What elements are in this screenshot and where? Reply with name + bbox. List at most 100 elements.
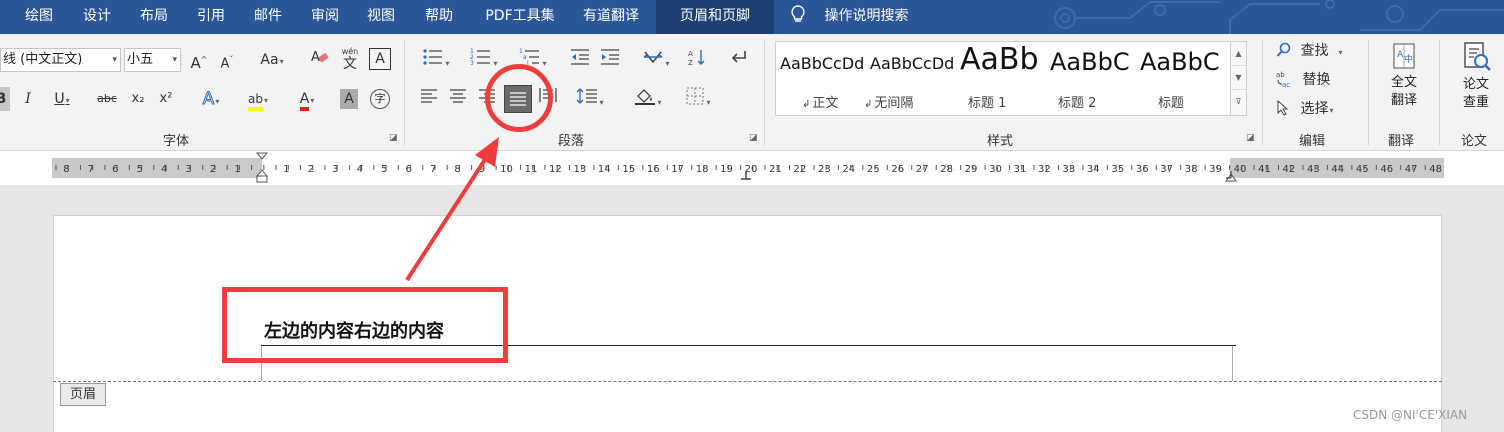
ruler-label: 48	[1429, 164, 1442, 175]
text-effect-button[interactable]: A▾	[194, 87, 228, 111]
ruler-label: 18	[696, 164, 709, 175]
change-case-button[interactable]: Aa▾	[252, 48, 292, 72]
shrink-font-button[interactable]: Aˇ	[216, 48, 238, 72]
subscript-button[interactable]: x₂	[128, 87, 148, 111]
clear-format-button[interactable]: A	[308, 48, 332, 72]
svg-text:中: 中	[1404, 53, 1413, 65]
strikethrough-label: abc	[97, 92, 117, 105]
document-search-icon	[1460, 42, 1492, 76]
tab-10[interactable]: 页眉和页脚	[656, 0, 774, 34]
eraser-icon: A	[310, 50, 330, 70]
tell-me-search[interactable]: 操作说明搜索	[790, 0, 908, 34]
shading-button[interactable]: ▾	[628, 87, 668, 111]
font-name-value: 线 (中文正文)	[3, 52, 83, 67]
chinese-layout-button[interactable]: ▾	[636, 48, 676, 72]
style-sample-3[interactable]: AaBbC	[1050, 48, 1134, 76]
align-center-button[interactable]	[447, 87, 469, 111]
expand-gallery-icon[interactable]: ⊽	[1231, 90, 1246, 114]
paragraph-group-label: 段落	[558, 134, 585, 149]
ruler-label: 19	[720, 164, 733, 175]
right-indent-marker-icon[interactable]	[1224, 169, 1238, 183]
numbering-button[interactable]: 1 2 3 ▾	[464, 48, 504, 72]
align-left-button[interactable]	[418, 87, 440, 111]
tab-7[interactable]: 帮助	[420, 0, 458, 34]
character-border-button[interactable]: A	[369, 48, 391, 70]
font-size-combo[interactable]: 小五 ▾	[124, 48, 181, 72]
underline-button[interactable]: U▾	[46, 87, 78, 111]
phonetic-guide-button[interactable]: wén 文	[338, 46, 362, 71]
tab-3[interactable]: 引用	[192, 0, 230, 34]
find-button[interactable]: 查找 ▾	[1276, 39, 1356, 63]
tab-1[interactable]: 设计	[78, 0, 116, 34]
sort-button[interactable]: AZ	[686, 48, 708, 72]
ruler-label: 33	[1062, 164, 1075, 175]
ruler-label: 25	[867, 164, 880, 175]
bullets-button[interactable]: ▾	[416, 48, 456, 72]
style-sample-0[interactable]: AaBbCcDd	[780, 54, 864, 73]
chevron-down-icon: ▾	[112, 55, 117, 65]
grow-font-button[interactable]: A^	[188, 48, 210, 72]
borders-button[interactable]: ▾	[678, 87, 718, 111]
replace-label: 替换	[1302, 72, 1331, 88]
indent-marker-icon[interactable]	[254, 151, 270, 185]
style-sample-2[interactable]: AaBb	[960, 42, 1044, 77]
scroll-down-icon[interactable]: ▼	[1231, 66, 1246, 90]
ruler-label: 22	[794, 164, 807, 175]
font-color-button[interactable]: A▾	[290, 87, 324, 111]
sort-icon: AZ	[688, 50, 706, 70]
character-shading-button[interactable]: A	[340, 89, 358, 109]
ruler-label: 45	[1356, 164, 1369, 175]
highlighter-icon: ab	[248, 91, 263, 111]
thesis-check-button[interactable]: 论文 查重	[1452, 40, 1500, 126]
align-center-icon	[449, 89, 467, 107]
font-color-icon: A	[299, 91, 310, 111]
scroll-up-icon[interactable]: ▲	[1231, 42, 1246, 66]
return-arrow-icon	[730, 51, 748, 70]
center-tab-stop-icon[interactable]	[740, 171, 752, 181]
ribbon: 线 (中文正文) ▾ 小五 ▾ A^ Aˇ Aa▾ A wén 文 A B I …	[0, 34, 1504, 151]
group-divider	[404, 40, 405, 145]
increase-indent-button[interactable]	[598, 48, 622, 72]
style-sample-4[interactable]: AaBbC	[1140, 48, 1224, 76]
tab-0[interactable]: 绘图	[20, 0, 58, 34]
font-name-combo[interactable]: 线 (中文正文) ▾	[0, 48, 121, 72]
paragraph-dialog-launcher-icon[interactable]: ◪	[749, 133, 758, 143]
styles-dialog-launcher-icon[interactable]: ◪	[1246, 133, 1255, 143]
superscript-button[interactable]: x²	[156, 87, 176, 111]
italic-button[interactable]: I	[18, 87, 38, 111]
show-marks-button[interactable]	[728, 48, 750, 72]
ruler-label: 17	[671, 164, 684, 175]
text-effect-label: A	[202, 89, 215, 110]
highlight-button[interactable]: ab▾	[240, 87, 276, 111]
ruler-label: 36	[1136, 164, 1149, 175]
ruler-label: 31	[1014, 164, 1027, 175]
ruler-label: 23	[818, 164, 831, 175]
style-name-4: 标题	[1156, 92, 1184, 111]
ruler-area: 8 7 6 5 4 3 2 1 1 2 3 4 5 6 7 8 9 10 11 12 13 14 15 16 17 18 19 20 2…	[0, 151, 1504, 185]
replace-button[interactable]: ab ac 替换	[1276, 68, 1356, 92]
chinese-layout-icon	[642, 51, 664, 70]
tab-5[interactable]: 审阅	[306, 0, 344, 34]
full-text-translate-button[interactable]: A中 全文 翻译	[1381, 40, 1427, 126]
svg-text:ac: ac	[1282, 81, 1290, 88]
select-label: 选择	[1300, 101, 1329, 117]
full-text-line2: 翻译	[1390, 93, 1417, 108]
enclose-characters-button[interactable]: 字	[370, 89, 390, 109]
tab-4[interactable]: 邮件	[249, 0, 287, 34]
style-sample-1[interactable]: AaBbCcDd	[870, 54, 954, 73]
ruler-label: 44	[1331, 164, 1344, 175]
tab-6[interactable]: 视图	[362, 0, 400, 34]
style-name-label: 标题	[1158, 96, 1185, 111]
line-spacing-button[interactable]: ▾	[572, 87, 608, 111]
select-button[interactable]: 选择▾	[1276, 97, 1356, 121]
tab-9[interactable]: 有道翻译	[577, 0, 645, 34]
decrease-indent-button[interactable]	[568, 48, 592, 72]
tab-8[interactable]: PDF工具集	[477, 0, 563, 34]
strikethrough-button[interactable]: abc	[94, 87, 120, 111]
svg-text:3: 3	[470, 60, 474, 66]
subscript-label: x₂	[131, 91, 145, 106]
tab-2[interactable]: 布局	[135, 0, 173, 34]
styles-scrollbar[interactable]: ▲ ▼ ⊽	[1230, 42, 1246, 115]
styles-gallery: AaBbCcDd ↲ 正文 AaBbCcDd ↲ 无间隔 AaBb 标题 1 AaBbC 标题 2…	[775, 41, 1247, 116]
bold-button[interactable]: B	[0, 87, 10, 111]
